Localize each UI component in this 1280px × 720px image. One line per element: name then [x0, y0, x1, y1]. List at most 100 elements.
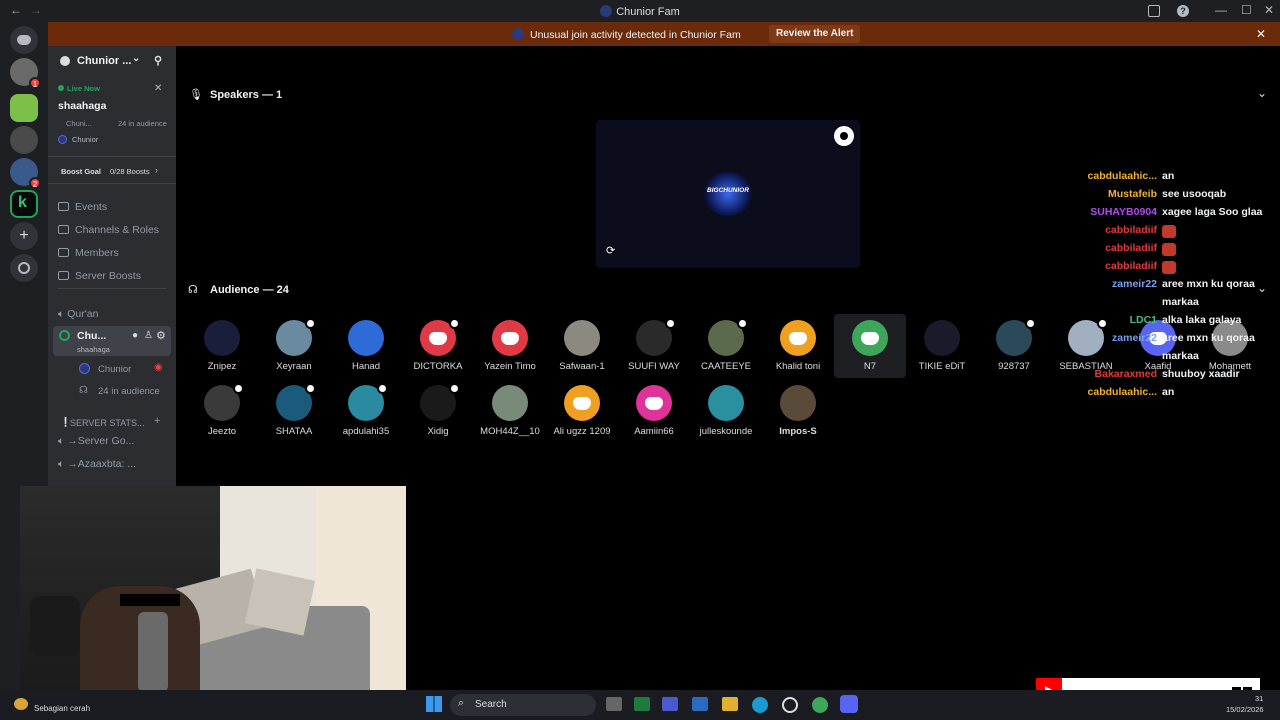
stage-host-name[interactable]: Chunior: [98, 364, 131, 375]
member-avatar: [780, 320, 816, 356]
collapse-icon[interactable]: ⌄: [1257, 86, 1267, 100]
boost-goal-label: Boost Goal: [61, 167, 102, 176]
app-icon[interactable]: [782, 697, 798, 713]
member-avatar: [348, 320, 384, 356]
voice-channel-stats[interactable]: 🔈︎ →Azaaxbta: ...: [58, 458, 136, 471]
speaker-tile[interactable]: BIGCHUNIOR ⟳: [596, 120, 860, 268]
chat-message: an: [1162, 386, 1175, 398]
boost-goal[interactable]: Boost Goal 0/28 Boosts ›: [48, 156, 176, 184]
audience-member[interactable]: Xidig: [402, 379, 474, 443]
inbox-icon[interactable]: [1148, 5, 1160, 17]
windows-start-icon[interactable]: [426, 696, 442, 712]
chevron-down-icon[interactable]: ⌄: [132, 53, 140, 64]
taskbar-search[interactable]: ⌕ Search: [450, 694, 596, 716]
m365-icon[interactable]: [662, 697, 678, 711]
close-window-icon[interactable]: ✕: [1264, 3, 1274, 17]
invite-icon[interactable]: ♙: [144, 330, 153, 341]
add-member-icon[interactable]: ⚲: [154, 54, 162, 67]
audience-member[interactable]: SUUFI WAY: [618, 314, 690, 378]
edge-icon[interactable]: [752, 697, 768, 713]
voice-channel-quran[interactable]: 🔈︎ Qur'an: [58, 308, 98, 321]
refresh-icon[interactable]: ⟳: [606, 244, 615, 257]
window-title: Chunior Fam: [0, 5, 1280, 18]
audience-member[interactable]: SHATAA: [258, 379, 330, 443]
chat-line: markaa: [1072, 296, 1272, 314]
member-name: apdulahi35: [342, 426, 390, 437]
audience-member[interactable]: N7: [834, 314, 906, 378]
audience-member[interactable]: Yazein Timo: [474, 314, 546, 378]
audience-member[interactable]: Hanad: [330, 314, 402, 378]
speaker-icon: 🔈︎: [58, 458, 68, 470]
server-avatar[interactable]: 2: [10, 158, 41, 189]
member-name: Ali ugzz 1209: [553, 426, 611, 437]
settings-icon[interactable]: ⚙: [156, 329, 166, 342]
member-avatar: [852, 320, 888, 356]
discord-home-icon[interactable]: [10, 26, 38, 54]
discord-taskbar-icon[interactable]: [840, 695, 858, 713]
menu-channels-roles[interactable]: Channels & Roles: [58, 224, 159, 236]
stage-channel-active[interactable]: Chu... ● ♙ ⚙ shaahaga: [53, 326, 171, 356]
audience-member[interactable]: Impos-S: [762, 379, 834, 443]
member-avatar: [492, 320, 528, 356]
close-alert-icon[interactable]: ✕: [1256, 27, 1266, 41]
settings-icon[interactable]: [834, 126, 854, 146]
member-name: N7: [863, 361, 877, 372]
chrome-icon[interactable]: [812, 697, 828, 713]
chevron-right-icon: ›: [155, 165, 158, 175]
stage-icon: [59, 330, 70, 341]
task-view-icon[interactable]: [606, 697, 622, 711]
member-name: SHATAA: [275, 426, 313, 437]
review-alert-button[interactable]: Review the Alert: [769, 25, 861, 43]
live-event-title[interactable]: shaahaga: [58, 100, 106, 112]
weather-text[interactable]: Sebagian cerah: [34, 704, 90, 713]
audience-member[interactable]: MOH44Z__10: [474, 379, 546, 443]
audience-member[interactable]: DICTORKA: [402, 314, 474, 378]
excel-icon[interactable]: [634, 697, 650, 711]
member-name: Jeezto: [208, 426, 236, 437]
server-header[interactable]: Chunior ... ⌄ ⚲: [48, 52, 176, 76]
menu-events[interactable]: Events: [58, 201, 107, 213]
maximize-icon[interactable]: ☐: [1241, 3, 1252, 17]
clock-date[interactable]: 15/02/2026: [1226, 705, 1264, 714]
cushion: [244, 568, 316, 636]
close-live-icon[interactable]: ✕: [154, 83, 162, 94]
chat-username: LDC1: [1129, 314, 1157, 326]
menu-members[interactable]: Members: [58, 247, 119, 259]
server-avatar[interactable]: [10, 94, 38, 122]
clock-time[interactable]: 31: [1255, 694, 1263, 703]
audience-member[interactable]: Ali ugzz 1209: [546, 379, 618, 443]
audience-member[interactable]: Xeyraan: [258, 314, 330, 378]
add-server-icon[interactable]: +: [10, 222, 38, 250]
live-event-meta: Chuni...: [66, 119, 92, 128]
minimize-icon[interactable]: —: [1215, 3, 1227, 17]
add-channel-icon[interactable]: +: [154, 415, 160, 427]
category-server-stats[interactable]: SERVER STATS...: [70, 418, 145, 428]
server-avatar[interactable]: 1: [10, 58, 41, 89]
help-icon[interactable]: ?: [1177, 5, 1189, 17]
chat-icon[interactable]: ●: [132, 330, 138, 341]
channel-label: →Server Go...: [67, 435, 135, 447]
audience-member[interactable]: 928737: [978, 314, 1050, 378]
audience-member[interactable]: apdulahi35: [330, 379, 402, 443]
audience-member[interactable]: julleskounde: [690, 379, 762, 443]
chat-message: aree mxn ku qoraa: [1162, 332, 1255, 344]
menu-server-boosts[interactable]: Server Boosts: [58, 270, 141, 282]
stage-audience-count: 24 in audience: [98, 386, 160, 397]
audience-member[interactable]: CAATEEYE: [690, 314, 762, 378]
audience-member[interactable]: Znipez: [186, 314, 258, 378]
voice-channel-server-goal[interactable]: 🔈︎ →Server Go...: [58, 435, 134, 448]
muted-icon: [737, 318, 748, 329]
audience-member[interactable]: Jeezto: [186, 379, 258, 443]
explore-icon[interactable]: [10, 254, 38, 282]
server-avatar[interactable]: [10, 126, 38, 154]
audience-member[interactable]: Aamiin66: [618, 379, 690, 443]
live-host-name: Chunior: [72, 135, 99, 144]
member-avatar: [564, 320, 600, 356]
audience-member[interactable]: Khalid toni: [762, 314, 834, 378]
file-explorer-icon[interactable]: [722, 697, 738, 711]
server-avatar-active[interactable]: k: [10, 190, 38, 218]
store-icon[interactable]: [692, 697, 708, 711]
audience-member[interactable]: Safwaan-1: [546, 314, 618, 378]
audience-member[interactable]: TIKIE eDiT: [906, 314, 978, 378]
search-icon: ⌕: [458, 697, 465, 709]
